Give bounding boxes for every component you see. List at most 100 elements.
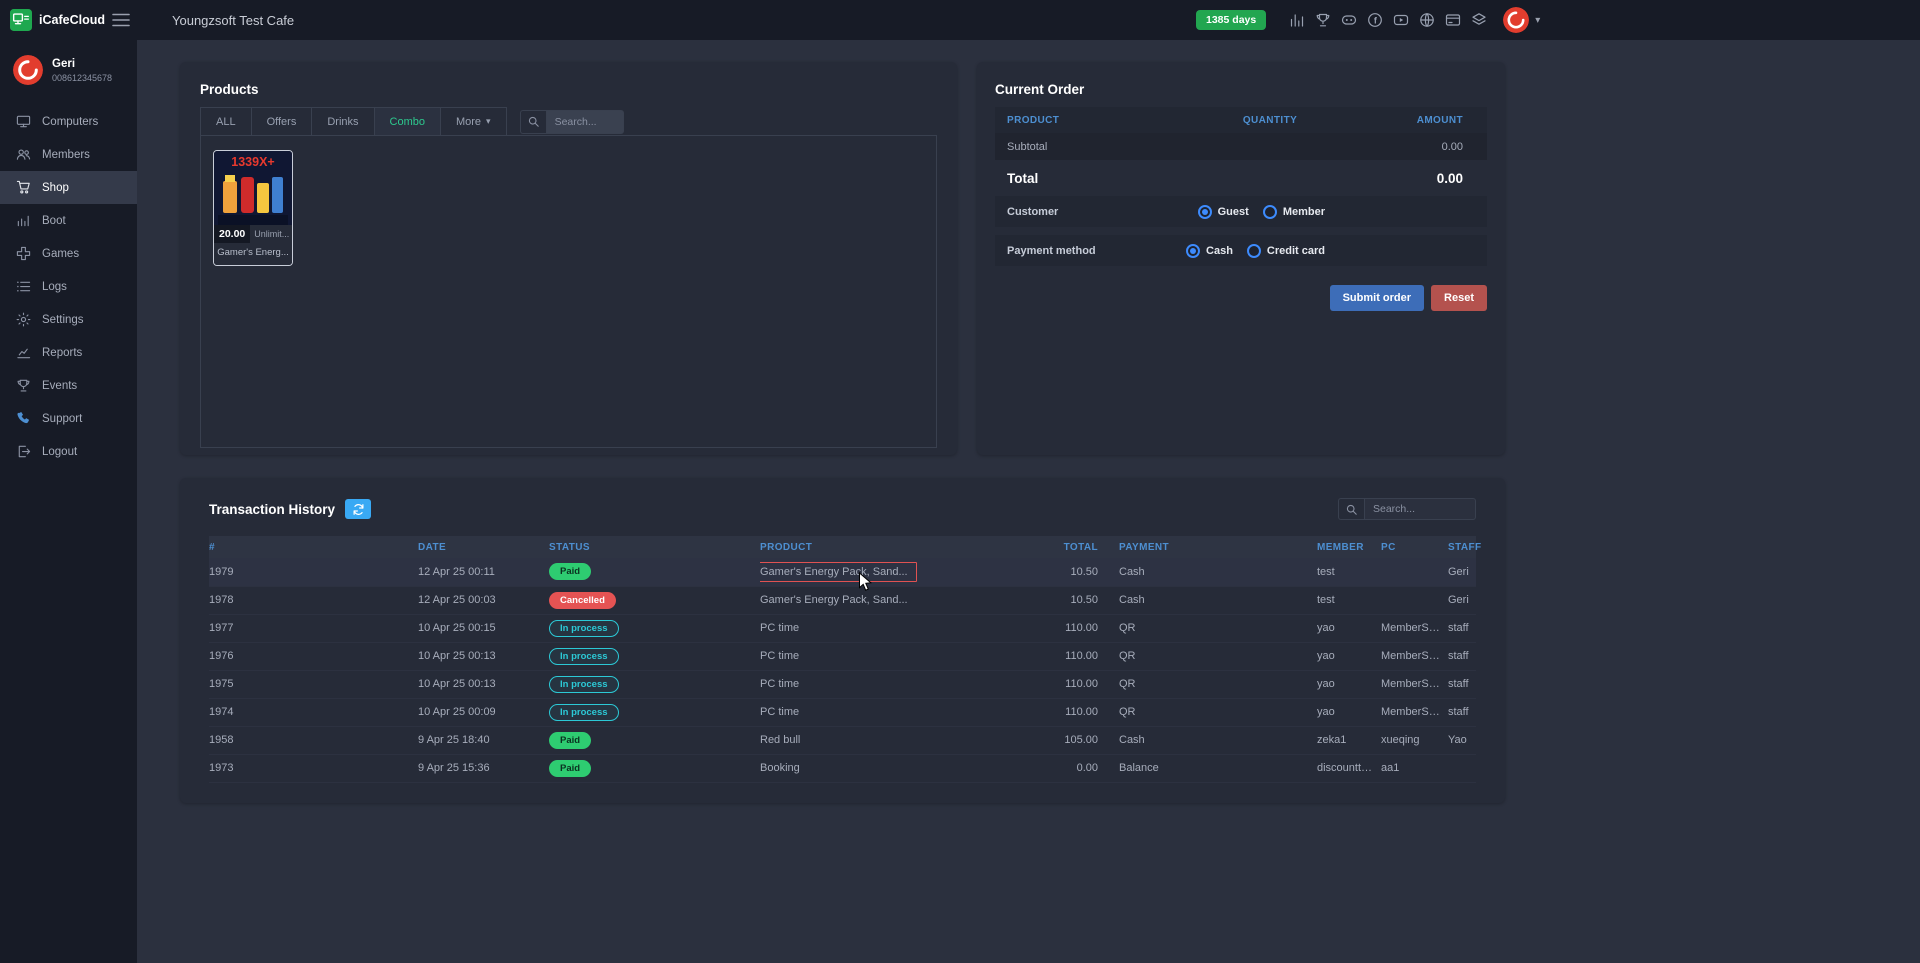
transactions-search-input[interactable]: [1364, 498, 1476, 520]
sidebar-item-games[interactable]: Games: [0, 237, 137, 270]
product-image: 1339X+: [214, 151, 292, 225]
sidebar-item-logs[interactable]: Logs: [0, 270, 137, 303]
col-id: #: [209, 536, 418, 558]
member-radio[interactable]: [1263, 205, 1277, 219]
sidebar-item-settings[interactable]: Settings: [0, 303, 137, 336]
credit-card-radio-label[interactable]: Credit card: [1267, 245, 1325, 257]
order-subtotal-row: Subtotal 0.00: [995, 133, 1487, 160]
sidebar-item-computers[interactable]: Computers: [0, 105, 137, 138]
transaction-row[interactable]: 1977 10 Apr 25 00:15 In process PC time …: [209, 614, 1476, 642]
submit-order-button[interactable]: Submit order: [1330, 285, 1424, 311]
refresh-button[interactable]: [345, 499, 371, 519]
reset-button[interactable]: Reset: [1431, 285, 1487, 311]
transaction-product-cell[interactable]: Gamer's Energy Pack, Sand...: [760, 558, 1020, 586]
tab-all[interactable]: ALL ▾: [200, 107, 252, 136]
facebook-icon[interactable]: f: [1366, 12, 1383, 29]
transaction-pc-cell: MemberSy...: [1381, 698, 1448, 726]
transaction-product-cell[interactable]: Booking: [760, 754, 1020, 782]
transaction-status-cell: Paid: [549, 558, 760, 586]
member-radio-label[interactable]: Member: [1283, 206, 1325, 218]
discord-icon[interactable]: [1340, 12, 1357, 29]
sidebar-item-members[interactable]: Members: [0, 138, 137, 171]
sidebar-item-boot[interactable]: Boot: [0, 204, 137, 237]
products-card: Products ALL ▾ Offers ▾ Drinks ▾ Combo ▾…: [180, 62, 957, 455]
sidebar-item-shop[interactable]: Shop: [0, 171, 137, 204]
transaction-payment-cell: QR: [1104, 670, 1317, 698]
chevron-down-icon[interactable]: ▾: [1535, 15, 1540, 26]
tab-offers[interactable]: Offers ▾: [251, 107, 313, 136]
status-badge: In process: [549, 648, 619, 665]
tab-combo[interactable]: Combo ▾: [374, 107, 441, 136]
transaction-staff-cell: Geri: [1448, 558, 1476, 586]
transaction-pc-cell: aa1: [1381, 754, 1448, 782]
sidebar-item-label: Shop: [42, 182, 69, 194]
subscription-days-badge[interactable]: 1385 days: [1196, 10, 1266, 30]
col-total: TOTAL: [1020, 536, 1104, 558]
transaction-id-cell: 1979: [209, 558, 418, 586]
transaction-product-cell[interactable]: Red bull: [760, 726, 1020, 754]
transaction-row[interactable]: 1973 9 Apr 25 15:36 Paid Booking 0.00 Ba…: [209, 754, 1476, 782]
transaction-row[interactable]: 1979 12 Apr 25 00:11 Paid Gamer's Energy…: [209, 558, 1476, 586]
transaction-row[interactable]: 1958 9 Apr 25 18:40 Paid Red bull 105.00…: [209, 726, 1476, 754]
transaction-product-cell[interactable]: PC time: [760, 670, 1020, 698]
transaction-total-cell: 10.50: [1020, 558, 1104, 586]
payment-method-label: Payment method: [1007, 245, 1096, 257]
product-card-gamers-energy[interactable]: 1339X+ 20.00 Unlimit... Gamer's Energ...: [213, 150, 293, 266]
transaction-product-cell[interactable]: PC time: [760, 642, 1020, 670]
transaction-date-cell: 10 Apr 25 00:13: [418, 642, 549, 670]
sidebar-item-label: Logout: [42, 446, 77, 458]
transaction-history-title: Transaction History: [209, 502, 335, 517]
svg-text:1339X+: 1339X+: [231, 155, 274, 169]
app-logo[interactable]: iCafeCloud: [0, 9, 104, 31]
transaction-status-cell: In process: [549, 642, 760, 670]
guest-radio-label[interactable]: Guest: [1218, 206, 1249, 218]
themes-icon[interactable]: [1470, 12, 1487, 29]
total-label: Total: [1007, 171, 1205, 186]
transaction-row[interactable]: 1978 12 Apr 25 00:03 Cancelled Gamer's E…: [209, 586, 1476, 614]
order-col-product: PRODUCT: [1007, 115, 1205, 126]
sidebar-item-logout[interactable]: Logout: [0, 435, 137, 468]
sidebar-toggle-button[interactable]: [112, 13, 130, 27]
transaction-staff-cell: [1448, 754, 1476, 782]
user-avatar[interactable]: [1503, 7, 1529, 33]
transactions-body: 1979 12 Apr 25 00:11 Paid Gamer's Energy…: [209, 558, 1476, 782]
sidebar-item-support[interactable]: Support: [0, 402, 137, 435]
subtotal-label: Subtotal: [1007, 141, 1205, 153]
transaction-product-cell[interactable]: PC time: [760, 698, 1020, 726]
analytics-icon[interactable]: [1288, 12, 1305, 29]
cash-radio[interactable]: [1186, 244, 1200, 258]
products-tabs: ALL ▾ Offers ▾ Drinks ▾ Combo ▾ More ▾: [200, 107, 506, 136]
transaction-date-cell: 12 Apr 25 00:11: [418, 558, 549, 586]
sidebar-user[interactable]: Geri 008612345678: [0, 40, 137, 97]
billing-icon[interactable]: [1444, 12, 1461, 29]
cash-radio-label[interactable]: Cash: [1206, 245, 1233, 257]
transactions-table: # DATE STATUS PRODUCT TOTAL PAYMENT MEMB…: [209, 536, 1476, 783]
sidebar-item-label: Settings: [42, 314, 84, 326]
transaction-status-cell: Paid: [549, 754, 760, 782]
tab-drinks[interactable]: Drinks ▾: [311, 107, 374, 136]
payment-method-row: Payment method Cash Credit card: [995, 235, 1487, 266]
youtube-icon[interactable]: [1392, 12, 1409, 29]
transaction-row[interactable]: 1976 10 Apr 25 00:13 In process PC time …: [209, 642, 1476, 670]
sidebar-item-events[interactable]: Events: [0, 369, 137, 402]
trophy-icon[interactable]: [1314, 12, 1331, 29]
col-product: PRODUCT: [760, 536, 1020, 558]
sidebar-item-reports[interactable]: Reports: [0, 336, 137, 369]
transaction-date-cell: 9 Apr 25 15:36: [418, 754, 549, 782]
transaction-row[interactable]: 1975 10 Apr 25 00:13 In process PC time …: [209, 670, 1476, 698]
transaction-product-cell[interactable]: Gamer's Energy Pack, Sand...: [760, 586, 1020, 614]
tab-more[interactable]: More ▾: [440, 107, 507, 136]
globe-icon[interactable]: [1418, 12, 1435, 29]
events-icon: [16, 378, 31, 393]
transaction-row[interactable]: 1974 10 Apr 25 00:09 In process PC time …: [209, 698, 1476, 726]
transaction-id-cell: 1974: [209, 698, 418, 726]
col-member: MEMBER: [1317, 536, 1381, 558]
transaction-date-cell: 9 Apr 25 18:40: [418, 726, 549, 754]
products-search-input[interactable]: [546, 110, 624, 134]
status-badge: In process: [549, 676, 619, 693]
col-date: DATE: [418, 536, 549, 558]
transaction-product-cell[interactable]: PC time: [760, 614, 1020, 642]
credit-card-radio[interactable]: [1247, 244, 1261, 258]
sidebar-menu: Computers Members Shop Boot Games Logs S…: [0, 105, 137, 468]
guest-radio[interactable]: [1198, 205, 1212, 219]
